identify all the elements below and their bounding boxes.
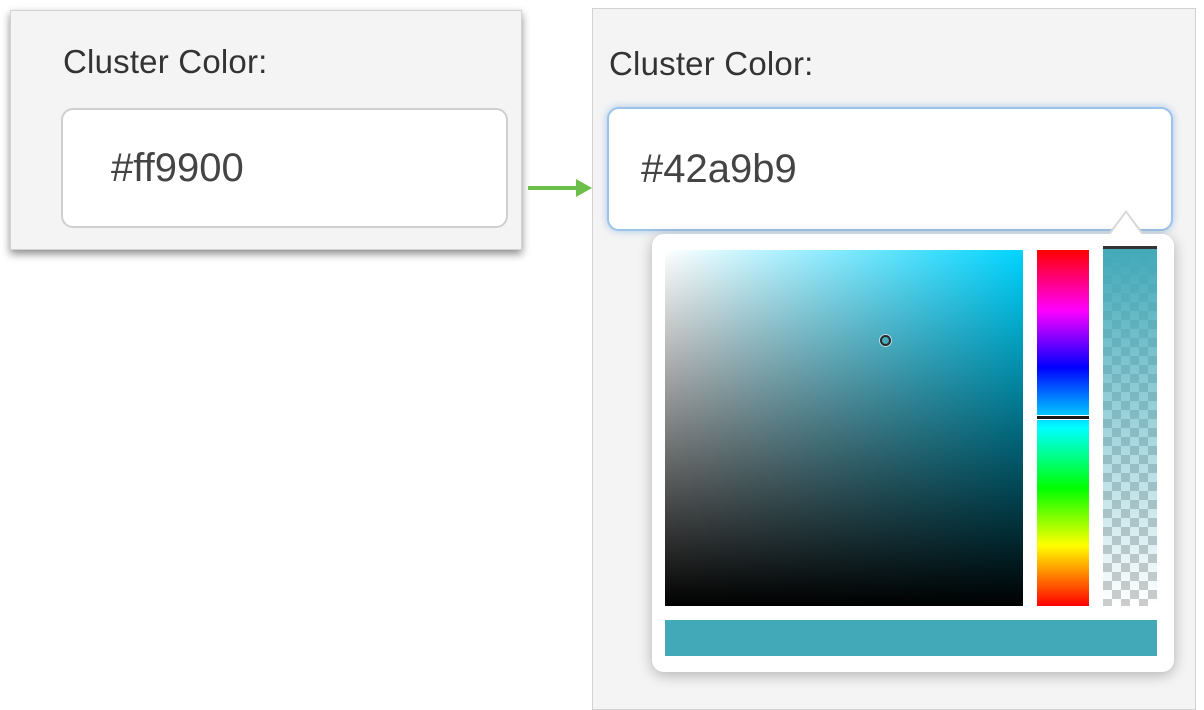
cluster-color-label: Cluster Color: bbox=[63, 43, 268, 80]
picker-caret-inner bbox=[1110, 213, 1142, 235]
cluster-color-input[interactable]: #ff9900 bbox=[61, 108, 508, 228]
alpha-slider-handle[interactable] bbox=[1103, 246, 1157, 249]
alpha-slider[interactable] bbox=[1103, 248, 1157, 606]
saturation-value-cursor[interactable] bbox=[880, 335, 891, 346]
stage: Cluster Color: #ff9900 Cluster Color: #4… bbox=[0, 0, 1204, 710]
cluster-color-input-focused[interactable]: #42a9b9 bbox=[607, 107, 1173, 231]
color-preview-swatch bbox=[665, 620, 1157, 656]
hue-slider-handle[interactable] bbox=[1037, 415, 1089, 420]
hue-slider[interactable] bbox=[1037, 250, 1089, 606]
cluster-color-label: Cluster Color: bbox=[609, 45, 814, 82]
alpha-gradient bbox=[1103, 248, 1157, 606]
transition-arrow-icon bbox=[528, 179, 592, 197]
cluster-color-panel-before: Cluster Color: #ff9900 bbox=[10, 10, 522, 250]
saturation-value-area[interactable] bbox=[665, 250, 1023, 606]
